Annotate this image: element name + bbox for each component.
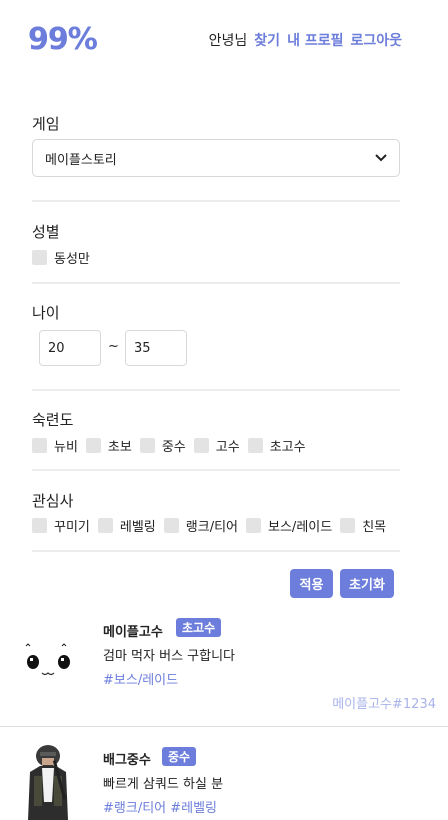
apply-button[interactable]: 적용 bbox=[290, 569, 333, 598]
checkbox-same-gender[interactable]: 동성만 bbox=[32, 248, 90, 267]
age-range-separator: ~ bbox=[108, 339, 119, 354]
avatar bbox=[18, 640, 78, 684]
checkbox-label: 보스/레이드 bbox=[268, 520, 333, 535]
divider bbox=[32, 550, 400, 552]
divider bbox=[32, 389, 400, 391]
checkbox-skill-beginner[interactable]: 초보 bbox=[85, 436, 132, 455]
checkbox-skill-advanced[interactable]: 고수 bbox=[193, 436, 240, 455]
checkbox-label: 동성만 bbox=[54, 252, 90, 267]
slime-face-icon bbox=[25, 643, 70, 676]
interest-options: 꾸미기 레벨링 랭크/티어 보스/레이드 친목 bbox=[32, 516, 394, 535]
nav-find-link[interactable]: 찾기 bbox=[254, 30, 280, 50]
checkbox-box[interactable] bbox=[139, 438, 155, 453]
chevron-down-icon bbox=[375, 152, 387, 165]
checkbox-skill-expert[interactable]: 초고수 bbox=[247, 436, 306, 455]
player-name[interactable]: 배그중수 bbox=[103, 749, 151, 768]
checkbox-label: 뉴비 bbox=[54, 440, 78, 455]
age-max-input[interactable]: 35 bbox=[125, 330, 187, 366]
checkbox-box[interactable] bbox=[85, 438, 101, 453]
checkbox-box[interactable] bbox=[32, 438, 47, 453]
player-name[interactable]: 메이플고수 bbox=[103, 621, 163, 640]
nav-my-profile-link[interactable]: 내 프로필 bbox=[287, 30, 343, 50]
checkbox-box[interactable] bbox=[246, 518, 262, 533]
checkbox-label: 초보 bbox=[107, 440, 132, 455]
checkbox-label: 랭크/티어 bbox=[185, 520, 239, 535]
checkbox-label: 친목 bbox=[362, 520, 387, 535]
checkbox-skill-intermediate[interactable]: 중수 bbox=[139, 436, 186, 455]
game-select-value: 메이플스토리 bbox=[45, 152, 117, 168]
checkbox-label: 레벨링 bbox=[119, 520, 156, 535]
reset-button[interactable]: 초기화 bbox=[340, 569, 394, 598]
checkbox-box[interactable] bbox=[32, 250, 47, 265]
age-section-title: 나이 bbox=[32, 304, 60, 322]
soldier-avatar-icon bbox=[28, 745, 68, 820]
gender-options: 동성만 bbox=[32, 248, 98, 267]
header: 99% 안녕님 찾기 내 프로필 로그아웃 bbox=[0, 0, 448, 84]
game-select[interactable]: 메이플스토리 bbox=[32, 139, 400, 177]
checkbox-label: 고수 bbox=[215, 440, 240, 455]
checkbox-interest-boss-raid[interactable]: 보스/레이드 bbox=[246, 516, 332, 535]
greeting-text: 안녕님 bbox=[208, 33, 248, 49]
skill-badge: 초고수 bbox=[176, 618, 222, 637]
post-tags[interactable]: #랭크/티어 #레벨링 bbox=[103, 797, 217, 816]
checkbox-box[interactable] bbox=[163, 518, 179, 533]
card-divider bbox=[0, 726, 448, 727]
avatar bbox=[14, 742, 78, 820]
game-section-title: 게임 bbox=[32, 115, 60, 133]
gender-section-title: 성별 bbox=[32, 223, 60, 241]
skill-section-title: 숙련도 bbox=[32, 411, 74, 429]
divider bbox=[32, 200, 400, 202]
skill-options: 뉴비 초보 중수 고수 초고수 bbox=[32, 436, 314, 455]
checkbox-interest-decorating[interactable]: 꾸미기 bbox=[32, 516, 90, 535]
checkbox-label: 중수 bbox=[161, 440, 186, 455]
divider bbox=[32, 469, 400, 471]
player-tag-id[interactable]: 메이플고수#1234 bbox=[332, 693, 436, 712]
checkbox-box[interactable] bbox=[340, 518, 356, 533]
checkbox-box[interactable] bbox=[247, 438, 263, 453]
interests-section-title: 관심사 bbox=[32, 492, 74, 510]
top-nav: 안녕님 찾기 내 프로필 로그아웃 bbox=[209, 30, 402, 50]
post-description: 빠르게 삼쿼드 하실 분 bbox=[103, 777, 224, 792]
post-tags[interactable]: #보스/레이드 bbox=[103, 669, 178, 688]
checkbox-interest-social[interactable]: 친목 bbox=[340, 516, 386, 535]
checkbox-box[interactable] bbox=[193, 438, 209, 453]
checkbox-box[interactable] bbox=[97, 518, 113, 533]
checkbox-box[interactable] bbox=[32, 518, 47, 533]
checkbox-label: 꾸미기 bbox=[54, 520, 90, 535]
checkbox-label: 초고수 bbox=[269, 440, 306, 455]
post-description: 검마 먹자 버스 구합니다 bbox=[103, 649, 235, 664]
app-logo[interactable]: 99% bbox=[28, 22, 98, 57]
checkbox-skill-newbie[interactable]: 뉴비 bbox=[32, 436, 78, 455]
divider bbox=[32, 282, 400, 284]
checkbox-interest-leveling[interactable]: 레벨링 bbox=[97, 516, 156, 535]
skill-badge: 중수 bbox=[162, 747, 197, 766]
nav-logout-link[interactable]: 로그아웃 bbox=[350, 30, 402, 50]
age-min-input[interactable]: 20 bbox=[39, 330, 101, 366]
checkbox-interest-rank[interactable]: 랭크/티어 bbox=[163, 516, 239, 535]
